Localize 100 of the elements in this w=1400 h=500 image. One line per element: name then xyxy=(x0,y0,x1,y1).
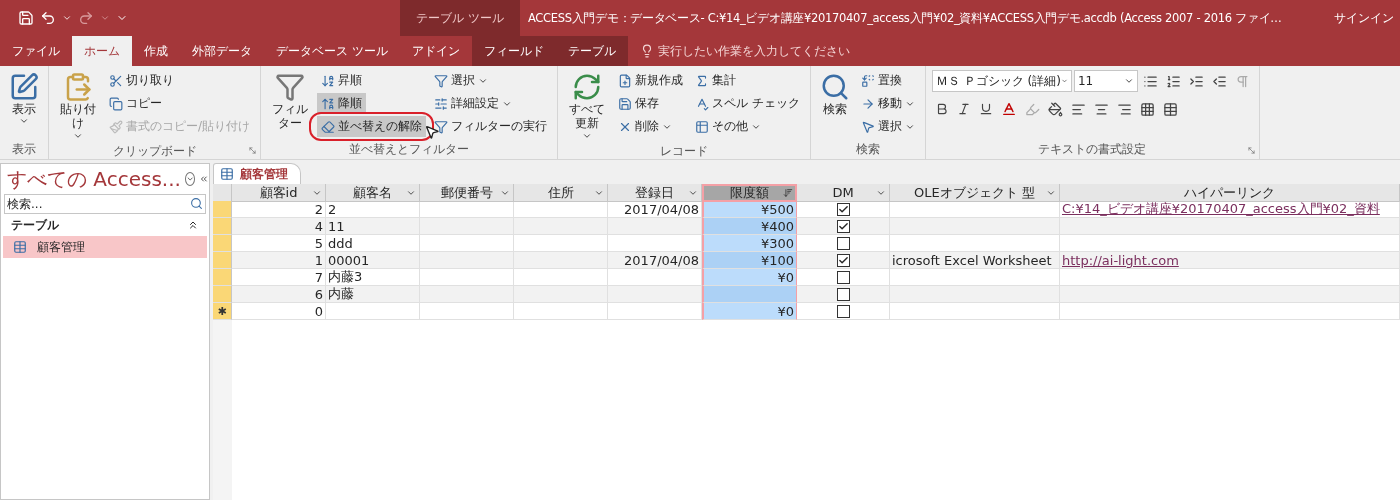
sign-in-link[interactable]: サインイン xyxy=(1328,9,1400,27)
limit-cell: ¥300 xyxy=(702,235,797,252)
ribbon-button[interactable]: 並べ替えの解除 xyxy=(317,116,427,137)
checkbox[interactable] xyxy=(836,202,850,216)
collapse-icon[interactable] xyxy=(187,219,199,231)
dialog-launcher-icon[interactable] xyxy=(1246,146,1256,155)
ribbon-tab[interactable]: 作成 xyxy=(132,36,180,66)
limit-cell: ¥0 xyxy=(702,269,797,286)
column-header[interactable]: 登録日 xyxy=(608,184,702,202)
button-icon xyxy=(434,73,449,88)
id-cell: 5 xyxy=(232,235,326,252)
group-title: テーブル xyxy=(11,216,59,234)
large-button-icon xyxy=(9,72,39,102)
ribbon-large-button[interactable]: フィルター xyxy=(267,70,314,133)
filter-caret-icon[interactable] xyxy=(406,188,416,198)
large-button-icon xyxy=(275,72,306,102)
ribbon-tab[interactable]: アドイン xyxy=(399,36,472,66)
filter-caret-icon[interactable] xyxy=(876,188,886,198)
id-cell: 6 xyxy=(232,286,326,303)
checkbox[interactable] xyxy=(836,219,850,233)
column-header[interactable]: ハイパーリンク xyxy=(1060,184,1400,202)
undo-icon[interactable] xyxy=(40,10,56,26)
ribbon-button[interactable]: スペル チェック xyxy=(691,93,804,114)
hyperlink[interactable]: http://ai-light.com xyxy=(1062,252,1179,268)
checkbox[interactable] xyxy=(836,270,850,284)
button-label: すべて更新 xyxy=(568,102,607,131)
filter-caret-icon[interactable] xyxy=(594,188,604,198)
name-cell: ddd xyxy=(326,235,420,252)
ribbon-button[interactable]: 選択 xyxy=(430,70,493,91)
ribbon-large-button[interactable]: すべて更新 xyxy=(564,70,611,143)
ribbon-button[interactable]: 昇順 xyxy=(317,70,367,91)
row-selector[interactable]: ✱ xyxy=(213,303,232,320)
limit-cell: ¥100 xyxy=(702,252,797,269)
checkbox[interactable] xyxy=(836,304,850,318)
column-header[interactable]: 顧客名 xyxy=(326,184,420,202)
ribbon-tab[interactable]: ファイル xyxy=(0,36,72,66)
id-cell: 1 xyxy=(232,252,326,269)
ribbon-tab[interactable]: テーブル xyxy=(555,36,628,66)
ribbon-tab[interactable]: データベース ツール xyxy=(264,36,400,66)
id-cell: 4 xyxy=(232,218,326,235)
ribbon-large-button[interactable]: 表示 xyxy=(6,70,42,129)
ribbon-tab[interactable]: 外部データ xyxy=(180,36,264,66)
ribbon-tab[interactable]: ホーム xyxy=(72,36,132,66)
checkbox[interactable] xyxy=(836,253,850,267)
button-icon xyxy=(434,96,449,111)
group-label: クリップボード xyxy=(112,142,197,160)
filter-caret-icon[interactable] xyxy=(500,188,510,198)
hyperlink[interactable]: C:¥14_ビデオ講座¥20170407_access入門¥02_資料 xyxy=(1062,201,1380,217)
filter-caret-icon[interactable] xyxy=(1046,188,1056,198)
id-cell: 7 xyxy=(232,269,326,286)
ribbon-button[interactable]: その他 xyxy=(691,116,766,137)
button-icon xyxy=(321,73,336,88)
name-cell: 内藤 xyxy=(326,286,420,303)
dialog-launcher-icon[interactable] xyxy=(248,146,258,155)
large-button-icon xyxy=(572,72,603,102)
nav-item[interactable]: 顧客管理 xyxy=(3,236,207,258)
button-icon xyxy=(618,96,633,111)
column-header[interactable]: 住所 xyxy=(514,184,608,202)
ribbon-button[interactable]: 選択 xyxy=(856,116,919,137)
column-header[interactable]: 顧客id xyxy=(232,184,326,202)
font-select[interactable]: ＭＳ Ｐゴシック (詳細) xyxy=(931,70,1072,92)
ribbon-button[interactable]: 詳細設定 xyxy=(430,93,517,114)
ribbon-button[interactable]: 保存 xyxy=(614,93,664,114)
ribbon-button[interactable]: 移動 xyxy=(856,93,919,114)
ribbon-button[interactable]: 置換 xyxy=(856,70,906,91)
save-icon[interactable] xyxy=(18,10,34,26)
sort-descending-icon[interactable] xyxy=(783,188,793,198)
nav-group-header[interactable]: テーブル xyxy=(1,214,209,236)
group-label: 並べ替えとフィルター xyxy=(349,141,470,158)
nav-pane-title[interactable]: すべての Access... xyxy=(7,165,181,193)
filter-caret-icon[interactable] xyxy=(312,188,322,198)
checkbox[interactable] xyxy=(836,236,850,250)
column-header[interactable]: 限度額 xyxy=(702,184,797,202)
tell-me-field[interactable]: 実行したい作業を入力してください xyxy=(657,42,850,60)
group-label: 検索 xyxy=(855,141,880,158)
filter-caret-icon[interactable] xyxy=(688,188,698,198)
ribbon-button[interactable]: フィルターの実行 xyxy=(430,116,552,137)
name-cell: 00001 xyxy=(326,252,420,269)
button-icon xyxy=(695,119,710,134)
ribbon-button[interactable]: 切り取り xyxy=(105,70,178,91)
ribbon-button[interactable]: 削除 xyxy=(614,116,677,137)
ribbon-button[interactable]: 新規作成 xyxy=(614,70,688,91)
caret-icon[interactable] xyxy=(62,13,72,23)
font-size-select[interactable]: 11 xyxy=(1073,70,1138,92)
ribbon-tab[interactable]: フィールド xyxy=(471,36,556,66)
search-icon[interactable] xyxy=(190,197,203,210)
column-header[interactable]: 郵便番号 xyxy=(420,184,514,202)
column-header[interactable]: OLEオブジェクト 型 xyxy=(890,184,1060,202)
checkbox[interactable] xyxy=(836,287,850,301)
ribbon-large-button[interactable]: 貼り付け xyxy=(55,70,101,143)
redo-icon[interactable] xyxy=(78,10,94,26)
ribbon-button[interactable]: コピー xyxy=(105,93,166,114)
column-header[interactable]: DM xyxy=(797,184,890,202)
ribbon-button[interactable]: 降順 xyxy=(317,93,367,114)
button-icon xyxy=(321,96,336,111)
document-tab[interactable]: 顧客管理 xyxy=(213,163,301,184)
search-field[interactable]: 検索... xyxy=(4,194,206,214)
button-icon xyxy=(434,119,449,134)
ribbon-large-button[interactable]: 検索 xyxy=(816,70,853,119)
ribbon-button[interactable]: 集計 xyxy=(691,70,741,91)
